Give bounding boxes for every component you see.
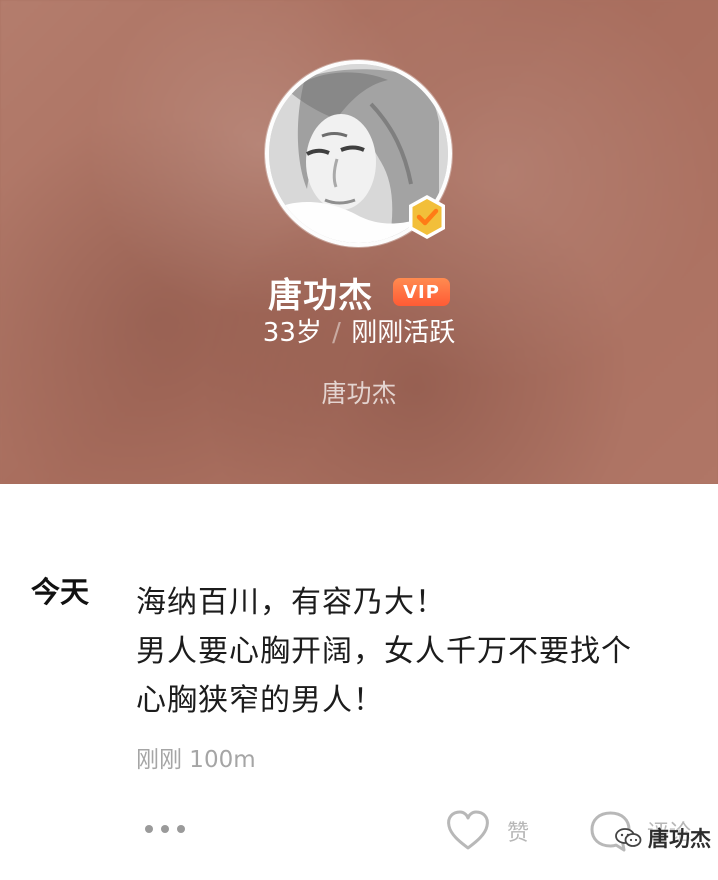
heart-icon xyxy=(447,810,489,850)
profile-subtitle: 唐功杰 xyxy=(321,379,397,408)
vip-badge: VIP xyxy=(393,278,450,306)
profile-name: 唐功杰 xyxy=(268,275,374,316)
like-button[interactable]: 赞 xyxy=(445,808,529,854)
profile-header: 唐功杰 VIP 33岁 / 刚刚活跃 唐功杰 xyxy=(0,0,718,484)
post-text: 海纳百川，有容乃大！ 男人要心胸开阔，女人千万不要找个 心胸狭窄的男人！ xyxy=(136,578,696,725)
more-icon[interactable] xyxy=(145,822,187,834)
wechat-icon xyxy=(615,828,642,847)
profile-age: 33岁 xyxy=(262,318,322,348)
profile-meta: 33岁 / 刚刚活跃 xyxy=(0,314,718,352)
post-line: 男人要心胸开阔，女人千万不要找个 xyxy=(136,634,632,669)
post-line: 海纳百川，有容乃大！ xyxy=(136,585,446,620)
watermark-text: 唐功杰 xyxy=(648,827,711,851)
post-line: 心胸狭窄的男人！ xyxy=(136,683,384,718)
verified-badge-icon xyxy=(403,193,451,241)
name-row: 唐功杰 VIP xyxy=(0,268,718,316)
avatar-container[interactable] xyxy=(265,60,452,247)
profile-status: 刚刚活跃 xyxy=(351,318,456,348)
meta-separator: / xyxy=(323,318,350,348)
wechat-watermark: 唐功杰 xyxy=(615,823,711,853)
post-day-label: 今天 xyxy=(31,575,90,609)
like-label: 赞 xyxy=(507,821,530,846)
post-meta: 刚刚 100m xyxy=(136,747,256,773)
post-content: 今天 海纳百川，有容乃大！ 男人要心胸开阔，女人千万不要找个 心胸狭窄的男人！ … xyxy=(0,484,718,880)
